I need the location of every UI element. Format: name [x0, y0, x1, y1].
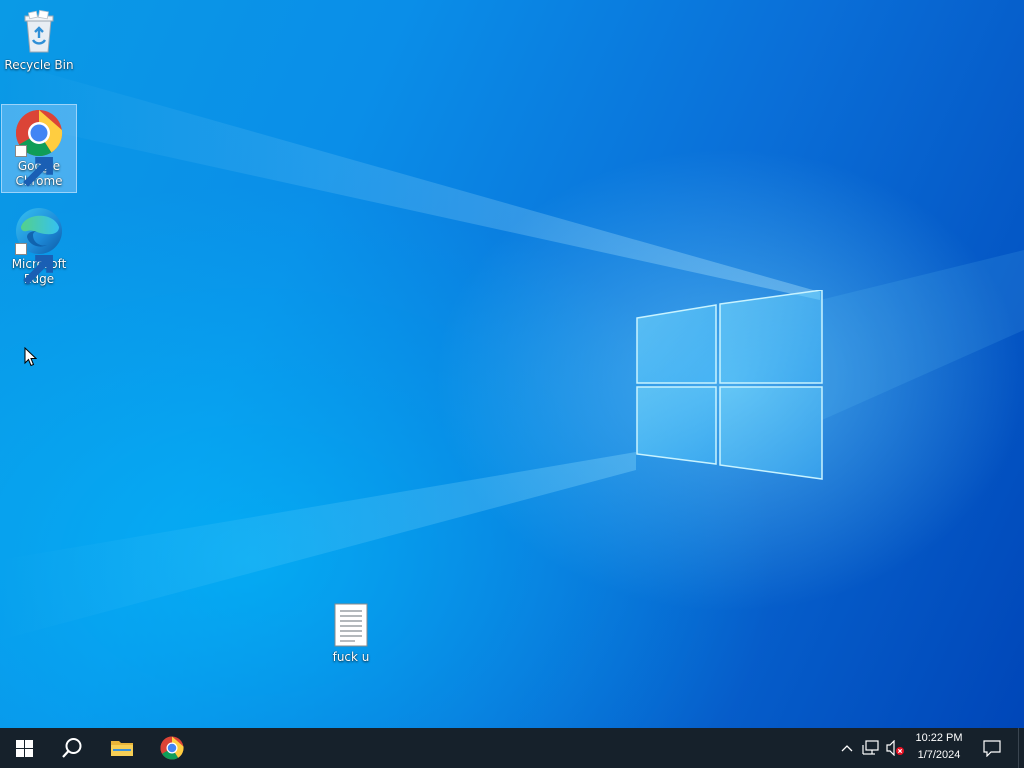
clock-time: 10:22 PM — [915, 732, 963, 744]
windows-logo-wallpaper — [636, 290, 823, 480]
search-button[interactable] — [48, 728, 96, 768]
network-button[interactable] — [860, 728, 882, 768]
taskbar: 10:22 PM 1/7/2024 — [0, 728, 1024, 768]
desktop-icon-recycle-bin[interactable]: Recycle Bin — [1, 4, 77, 76]
volume-button[interactable] — [884, 728, 906, 768]
shortcut-arrow-icon — [15, 243, 53, 285]
mouse-cursor-icon — [24, 347, 37, 367]
chrome-icon — [15, 109, 63, 187]
taskbar-chrome[interactable] — [148, 728, 196, 768]
chevron-up-icon — [841, 745, 853, 752]
show-hidden-icons-button[interactable] — [837, 728, 857, 768]
desktop-icon-label: Recycle Bin — [4, 58, 74, 72]
desktop-icon-text-document[interactable]: fuck u — [313, 598, 389, 668]
text-document-icon — [331, 602, 371, 648]
taskbar-file-explorer[interactable] — [98, 728, 146, 768]
windows-start-icon — [15, 739, 33, 757]
start-button[interactable] — [0, 728, 48, 768]
action-center-icon — [983, 740, 1001, 757]
desktop-icon-microsoft-edge[interactable]: Microsoft Edge — [1, 203, 77, 290]
network-icon — [862, 740, 879, 755]
chrome-icon — [160, 736, 184, 760]
search-icon — [62, 738, 82, 758]
desktop[interactable]: Recycle Bin Google Chrome Microsoft Edge… — [0, 0, 1024, 728]
file-explorer-icon — [111, 741, 133, 756]
shortcut-arrow-icon — [15, 145, 53, 187]
show-desktop-button[interactable] — [1018, 728, 1024, 768]
taskbar-clock[interactable]: 10:22 PM 1/7/2024 — [906, 730, 972, 766]
action-center-button[interactable] — [978, 728, 1006, 768]
edge-icon — [15, 207, 63, 285]
wallpaper-light-beams — [0, 60, 1024, 640]
recycle-bin-icon — [15, 8, 63, 56]
desktop-icon-label: fuck u — [332, 650, 370, 664]
volume-muted-icon — [886, 740, 904, 756]
clock-date: 1/7/2024 — [917, 749, 961, 761]
desktop-icon-google-chrome[interactable]: Google Chrome — [1, 104, 77, 193]
